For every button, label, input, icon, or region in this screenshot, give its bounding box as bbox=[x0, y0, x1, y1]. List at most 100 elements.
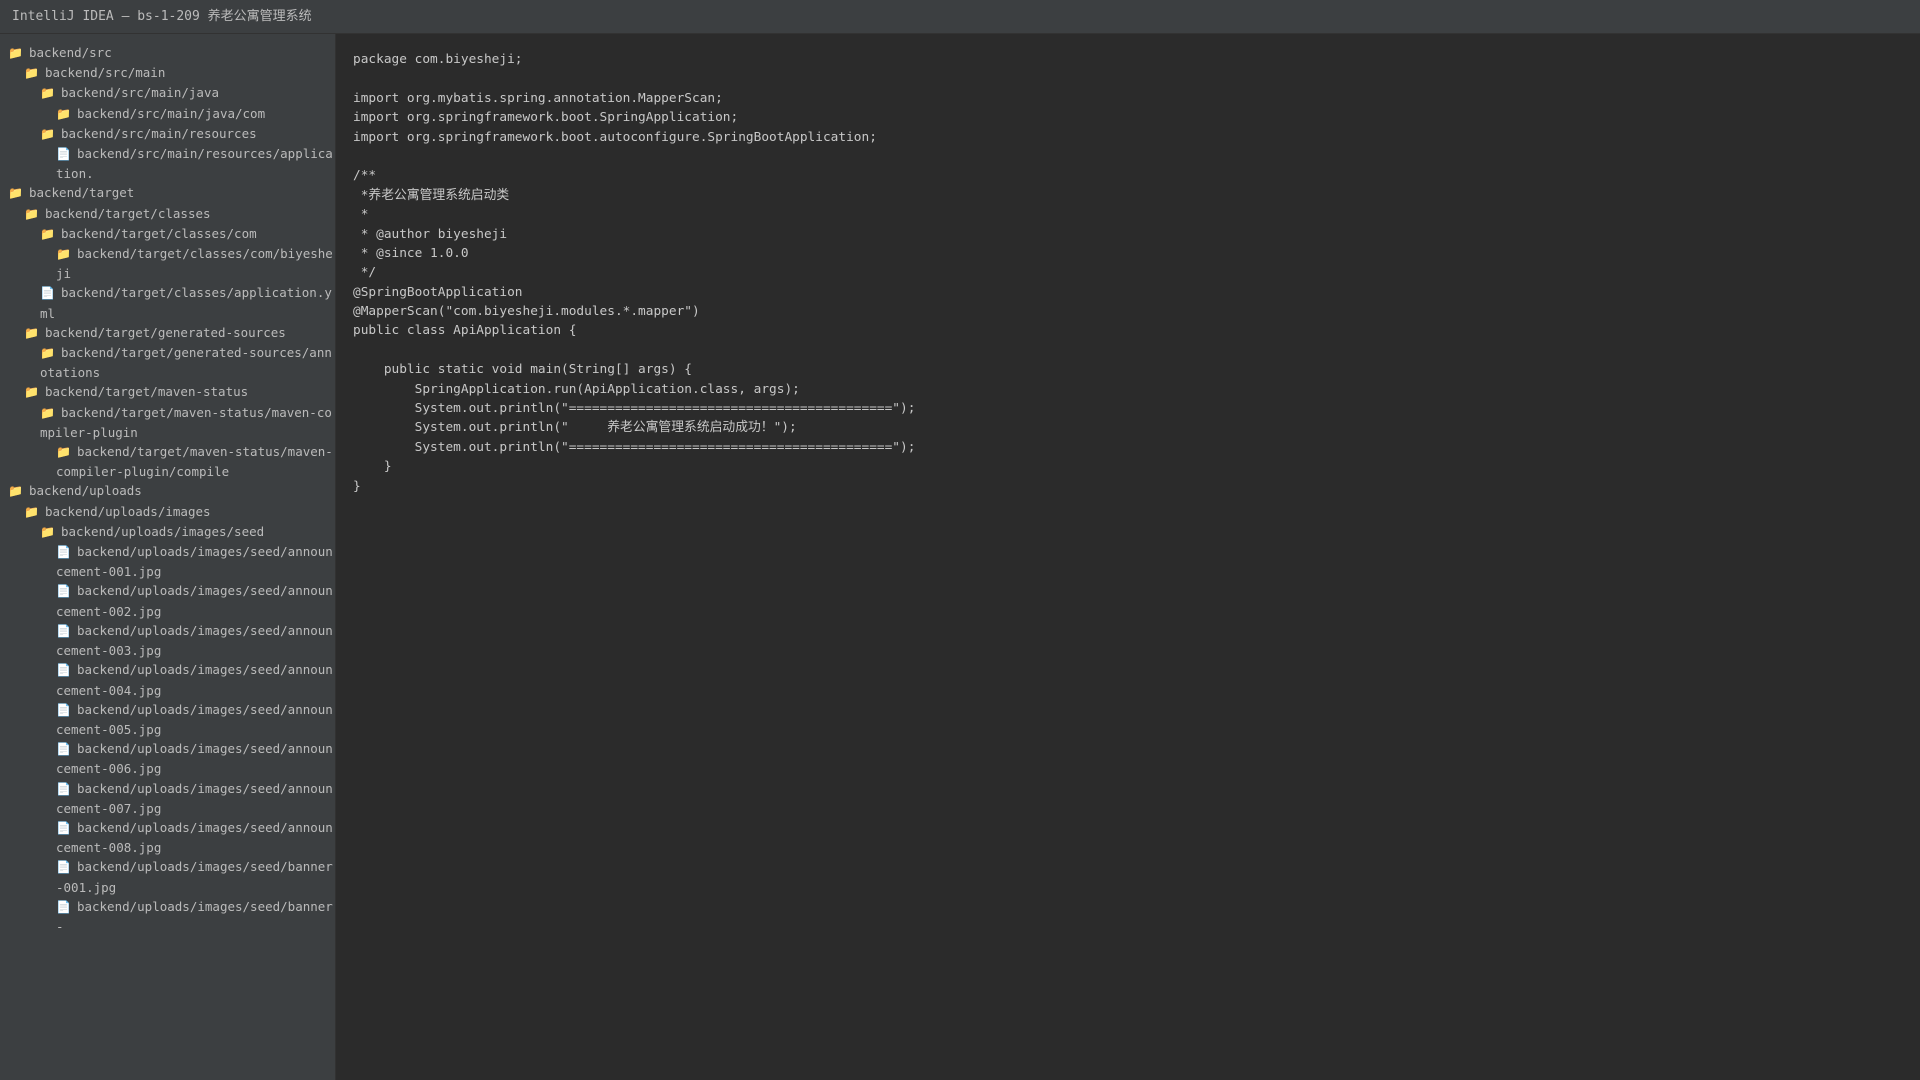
project-tree-panel[interactable]: 📁 backend/src 📁 backend/src/main 📁 backend/sr… bbox=[0, 34, 336, 1080]
code-line: } bbox=[353, 459, 392, 475]
code-line: /** bbox=[353, 168, 377, 184]
tree-item-label: backend/src/main bbox=[44, 65, 166, 81]
folder-icon: 📁 bbox=[8, 46, 23, 60]
tree-folder-item[interactable]: 📁 backend/target/classes bbox=[0, 204, 335, 224]
tree-file-item[interactable]: 📄 backend/uploads/images/seed/announcemen… bbox=[0, 660, 335, 699]
code-line: System.out.println(" 养老公寓管理系统启动成功！"); bbox=[353, 420, 797, 436]
tree-file-item[interactable]: 📄 backend/target/classes/application.yml bbox=[0, 283, 335, 322]
tree-item-label: backend/target/generated-sources/annotat… bbox=[40, 345, 332, 381]
folder-icon: 📁 bbox=[56, 106, 71, 121]
file-icon: 📄 bbox=[56, 623, 71, 638]
code-line: */ bbox=[353, 265, 377, 281]
tree-item-label: backend/uploads/images/seed/announcement… bbox=[56, 819, 333, 856]
tree-folder-item[interactable]: 📁 backend/src bbox=[0, 43, 335, 63]
tree-folder-item[interactable]: 📁 backend/target/maven-status/maven-compi… bbox=[0, 442, 335, 481]
folder-icon: 📁 bbox=[40, 86, 55, 101]
tree-folder-item[interactable]: 📁 backend/target/maven-status/maven-compi… bbox=[0, 403, 335, 442]
tree-item-label: backend/uploads/images/seed/announcement… bbox=[56, 622, 333, 659]
tree-item-label: backend/src/main/java/com bbox=[76, 105, 266, 121]
code-line: SpringApplication.run(ApiApplication.cla… bbox=[353, 381, 800, 397]
tree-item-label: backend/src/main/resources/application. bbox=[56, 146, 333, 182]
tree-file-item[interactable]: 📄 backend/uploads/images/seed/announcemen… bbox=[0, 581, 335, 620]
tree-folder-item[interactable]: 📁 backend/target/classes/com/biyesheji bbox=[0, 244, 335, 283]
folder-icon: 📁 bbox=[8, 484, 23, 499]
file-icon: 📄 bbox=[56, 742, 71, 757]
folder-icon: 📁 bbox=[24, 206, 39, 221]
tree-file-item[interactable]: 📄 backend/uploads/images/seed/banner- bbox=[0, 897, 335, 936]
code-line: @SpringBootApplication bbox=[353, 284, 523, 300]
folder-icon: 📁 bbox=[24, 325, 39, 340]
tree-folder-item[interactable]: 📁 backend/target/generated-sources/annota… bbox=[0, 343, 335, 382]
tree-item-label: backend/target/maven-status/maven-compil… bbox=[56, 444, 333, 480]
code-line: System.out.println("====================… bbox=[353, 439, 916, 455]
tree-item-label: backend/target/classes/com/biyesheji bbox=[56, 246, 333, 282]
tree-file-item[interactable]: 📄 backend/uploads/images/seed/announcemen… bbox=[0, 700, 335, 739]
tree-item-label: backend/uploads/images/seed bbox=[60, 523, 265, 539]
tree-item-label: backend/target/classes/com bbox=[60, 225, 257, 241]
file-icon: 📄 bbox=[56, 820, 71, 835]
code-line: import org.springframework.boot.SpringAp… bbox=[353, 110, 739, 126]
folder-icon: 📁 bbox=[8, 186, 23, 201]
file-icon: 📄 bbox=[56, 860, 71, 875]
file-icon: 📄 bbox=[56, 702, 71, 717]
file-icon: 📄 bbox=[56, 899, 71, 914]
tree-folder-item[interactable]: 📁 backend/target bbox=[0, 183, 335, 203]
tree-folder-item[interactable]: 📁 backend/src/main/resources bbox=[0, 124, 335, 144]
tree-folder-item[interactable]: 📁 backend/uploads/images bbox=[0, 502, 335, 522]
tree-folder-item[interactable]: 📁 backend/target/maven-status bbox=[0, 382, 335, 402]
tree-item-label: backend/uploads/images/seed/announcement… bbox=[56, 701, 333, 737]
tree-item-label: backend/target/classes/application.yml bbox=[40, 285, 332, 321]
code-line: *养老公寓管理系统启动类 bbox=[353, 187, 510, 203]
tree-item-label: backend/target/generated-sources bbox=[44, 324, 286, 340]
folder-icon: 📁 bbox=[24, 385, 39, 400]
code-line: * @since 1.0.0 bbox=[353, 245, 469, 261]
tree-item-label: backend/src/main/resources bbox=[60, 125, 257, 141]
tree-file-item[interactable]: 📄 backend/uploads/images/seed/announcemen… bbox=[0, 779, 335, 818]
code-line: * bbox=[353, 207, 369, 223]
folder-icon: 📁 bbox=[40, 405, 55, 420]
folder-icon: 📁 bbox=[56, 247, 71, 262]
code-line: import org.mybatis.spring.annotation.Map… bbox=[353, 90, 723, 106]
window-title: IntelliJ IDEA — bs-1-209 养老公寓管理系统 bbox=[12, 9, 312, 24]
tree-file-item[interactable]: 📄 backend/uploads/images/seed/announcemen… bbox=[0, 739, 335, 778]
tree-file-item[interactable]: 📄 backend/uploads/images/seed/announcemen… bbox=[0, 621, 335, 660]
tree-item-label: backend/target bbox=[28, 185, 135, 201]
code-line: } bbox=[353, 478, 361, 494]
folder-icon: 📁 bbox=[40, 524, 55, 539]
folder-icon: 📁 bbox=[24, 66, 39, 81]
code-line: @MapperScan("com.biyesheji.modules.*.map… bbox=[353, 304, 700, 320]
code-line: public class ApiApplication { bbox=[353, 323, 577, 339]
tree-file-item[interactable]: 📄 backend/uploads/images/seed/banner-001.… bbox=[0, 857, 335, 896]
folder-icon: 📁 bbox=[40, 226, 55, 241]
tree-folder-item[interactable]: 📁 backend/src/main/java bbox=[0, 83, 335, 103]
tree-item-label: backend/target/maven-status/maven-compil… bbox=[40, 404, 332, 440]
file-icon: 📄 bbox=[40, 286, 55, 301]
tree-item-label: backend/src/main/java bbox=[60, 85, 219, 101]
code-line: * @author biyesheji bbox=[353, 226, 508, 242]
tree-folder-item[interactable]: 📁 backend/src/main/java/com bbox=[0, 104, 335, 124]
code-line: System.out.println("====================… bbox=[353, 401, 916, 417]
code-editor[interactable]: package com.biyesheji; import org.mybatis… bbox=[336, 34, 1920, 1080]
folder-icon: 📁 bbox=[24, 504, 39, 519]
tree-item-label: backend/uploads/images/seed/announcement… bbox=[56, 741, 333, 777]
tree-item-label: backend/uploads/images/seed/banner- bbox=[56, 898, 333, 934]
tree-folder-item[interactable]: 📁 backend/target/generated-sources bbox=[0, 323, 335, 343]
window-title-bar: IntelliJ IDEA — bs-1-209 养老公寓管理系统 bbox=[0, 0, 1920, 34]
tree-file-item[interactable]: 📄 backend/src/main/resources/application. bbox=[0, 144, 335, 183]
tree-folder-item[interactable]: 📁 backend/uploads/images/seed bbox=[0, 522, 335, 542]
folder-icon: 📁 bbox=[40, 346, 55, 361]
tree-item-label: backend/uploads/images/seed/announcement… bbox=[56, 780, 333, 816]
tree-file-item[interactable]: 📄 backend/uploads/images/seed/announcemen… bbox=[0, 818, 335, 857]
tree-item-label: backend/uploads bbox=[28, 483, 142, 499]
file-icon: 📄 bbox=[56, 147, 71, 162]
tree-folder-item[interactable]: 📁 backend/src/main bbox=[0, 63, 335, 83]
tree-item-label: backend/target/classes bbox=[44, 205, 211, 221]
tree-folder-item[interactable]: 📁 backend/uploads bbox=[0, 481, 335, 501]
tree-folder-item[interactable]: 📁 backend/target/classes/com bbox=[0, 224, 335, 244]
file-icon: 📄 bbox=[56, 663, 71, 678]
tree-file-item[interactable]: 📄 backend/uploads/images/seed/announcemen… bbox=[0, 542, 335, 581]
tree-item-label: backend/uploads/images/seed/announcement… bbox=[56, 544, 333, 580]
code-line: package com.biyesheji; bbox=[353, 52, 523, 67]
